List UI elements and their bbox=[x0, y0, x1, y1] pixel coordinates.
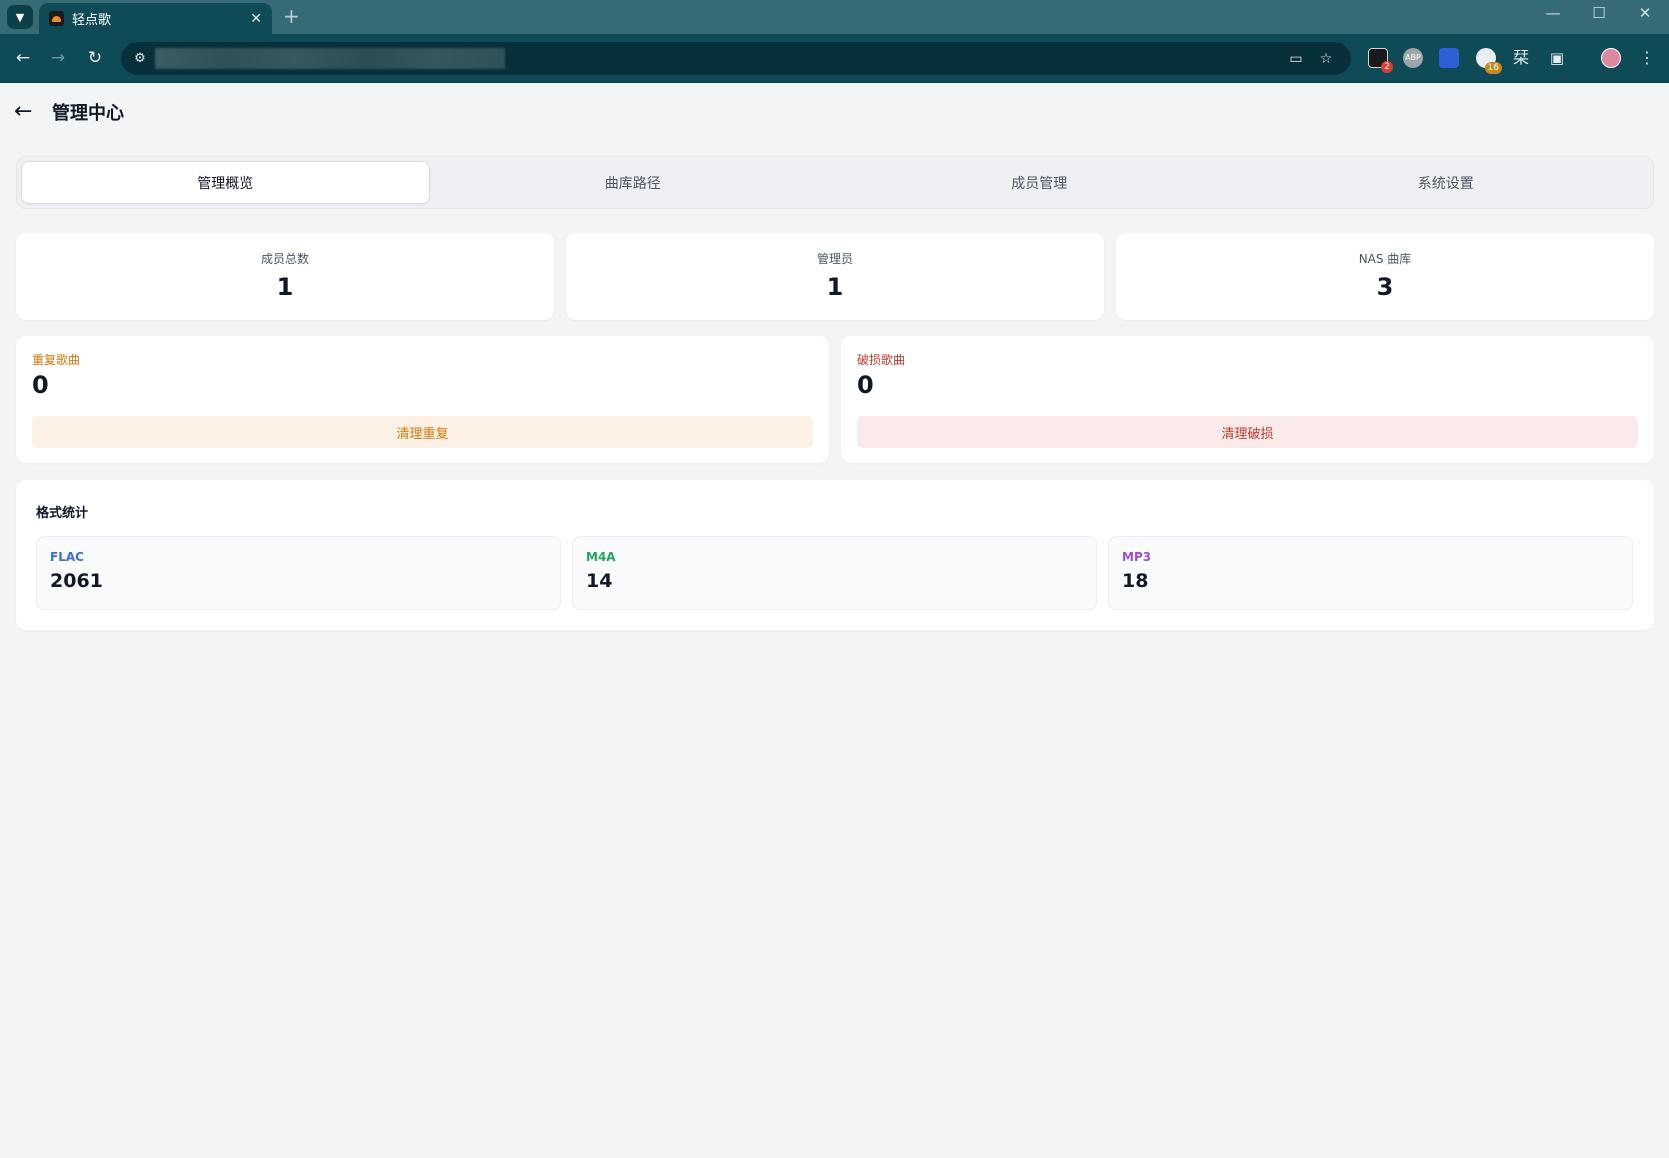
browser-tabstrip: ▼ 轻点歌 ✕ + — ☐ ✕ bbox=[0, 0, 1669, 34]
tab-members[interactable]: 成员管理 bbox=[836, 161, 1243, 204]
tab-system-settings[interactable]: 系统设置 bbox=[1243, 161, 1650, 204]
admin-tabs: 管理概览 曲库路径 成员管理 系统设置 bbox=[16, 156, 1654, 209]
close-window-button[interactable]: ✕ bbox=[1622, 4, 1668, 22]
browser-menu-icon[interactable]: ⋮ bbox=[1637, 48, 1657, 68]
format-item-m4a: M4A 14 bbox=[572, 536, 1097, 610]
page-header: ← 管理中心 bbox=[14, 97, 124, 127]
duplicate-songs-count: 0 bbox=[32, 371, 49, 399]
format-label: FLAC bbox=[50, 550, 84, 564]
extensions-puzzle-icon[interactable]: ▣ bbox=[1547, 48, 1567, 68]
broken-songs-label: 破损歌曲 bbox=[857, 353, 906, 367]
browser-tab-title: 轻点歌 bbox=[72, 13, 112, 28]
extension-1-icon[interactable]: 2 bbox=[1368, 48, 1393, 73]
site-favicon-icon bbox=[49, 11, 64, 26]
format-count: 18 bbox=[1122, 570, 1149, 592]
back-icon[interactable]: ← bbox=[11, 46, 35, 70]
stat-card-nas-libraries: NAS 曲库 3 bbox=[1116, 233, 1654, 320]
stat-label: 成员总数 bbox=[260, 252, 309, 266]
install-app-icon[interactable]: ▭ bbox=[1287, 50, 1305, 68]
browser-toolbar: ← → ↻ ⚙ ▭ ☆ 2 ABP 16 栞 ▣ ⋮ bbox=[0, 34, 1669, 83]
bookmark-star-icon[interactable]: ☆ bbox=[1317, 50, 1335, 68]
stat-label: 管理员 bbox=[816, 252, 853, 266]
format-label: MP3 bbox=[1122, 550, 1152, 564]
format-stats-title: 格式统计 bbox=[36, 506, 89, 521]
close-tab-icon[interactable]: ✕ bbox=[250, 11, 262, 27]
extension-5-icon[interactable]: 栞 bbox=[1511, 48, 1531, 68]
stat-value: 1 bbox=[276, 273, 294, 301]
new-tab-button[interactable]: + bbox=[283, 4, 300, 28]
stat-card-members: 成员总数 1 bbox=[16, 233, 554, 320]
minimize-window-button[interactable]: — bbox=[1530, 4, 1576, 22]
stat-card-admins: 管理员 1 bbox=[566, 233, 1104, 320]
stat-label: NAS 曲库 bbox=[1358, 252, 1412, 266]
broken-songs-card: 破损歌曲 0 清理破损 bbox=[841, 336, 1654, 463]
format-stats-card: 格式统计 FLAC 2061 M4A 14 MP3 18 bbox=[16, 480, 1654, 630]
format-label: M4A bbox=[586, 550, 616, 564]
url-text-redacted bbox=[155, 48, 505, 69]
clean-broken-button[interactable]: 清理破损 bbox=[857, 416, 1638, 448]
page-content: ← 管理中心 管理概览 曲库路径 成员管理 系统设置 成员总数 1 管理员 1 … bbox=[0, 83, 1669, 1158]
maximize-window-button[interactable]: ☐ bbox=[1576, 4, 1622, 22]
tab-library-paths[interactable]: 曲库路径 bbox=[430, 161, 837, 204]
format-item-flac: FLAC 2061 bbox=[36, 536, 561, 610]
profile-avatar[interactable] bbox=[1601, 48, 1621, 68]
broken-songs-count: 0 bbox=[857, 371, 874, 399]
format-item-mp3: MP3 18 bbox=[1108, 536, 1633, 610]
format-count: 14 bbox=[586, 570, 613, 592]
stat-value: 3 bbox=[1376, 273, 1394, 301]
abp-icon[interactable]: ABP bbox=[1403, 48, 1423, 68]
duplicate-songs-card: 重复歌曲 0 清理重复 bbox=[16, 336, 829, 463]
extension-badge: 2 bbox=[1381, 61, 1393, 73]
tab-overview[interactable]: 管理概览 bbox=[21, 161, 430, 204]
duplicate-songs-label: 重复歌曲 bbox=[32, 353, 81, 367]
browser-tab[interactable]: 轻点歌 ✕ bbox=[39, 3, 272, 34]
clean-duplicates-button[interactable]: 清理重复 bbox=[32, 416, 813, 448]
extension-3-icon[interactable] bbox=[1439, 48, 1459, 68]
reload-icon[interactable]: ↻ bbox=[83, 46, 107, 70]
stat-value: 1 bbox=[826, 273, 844, 301]
forward-icon[interactable]: → bbox=[46, 46, 70, 70]
tab-search-button[interactable]: ▼ bbox=[7, 5, 33, 29]
chevron-down-icon: ▼ bbox=[15, 10, 25, 24]
page-title: 管理中心 bbox=[52, 103, 124, 124]
back-arrow-icon[interactable]: ← bbox=[14, 101, 36, 123]
address-bar[interactable]: ⚙ ▭ ☆ bbox=[121, 42, 1351, 75]
extension-badge: 16 bbox=[1484, 62, 1502, 74]
site-info-icon[interactable]: ⚙ bbox=[131, 50, 149, 68]
extension-4-icon[interactable]: 16 bbox=[1476, 48, 1502, 74]
format-count: 2061 bbox=[50, 570, 103, 592]
